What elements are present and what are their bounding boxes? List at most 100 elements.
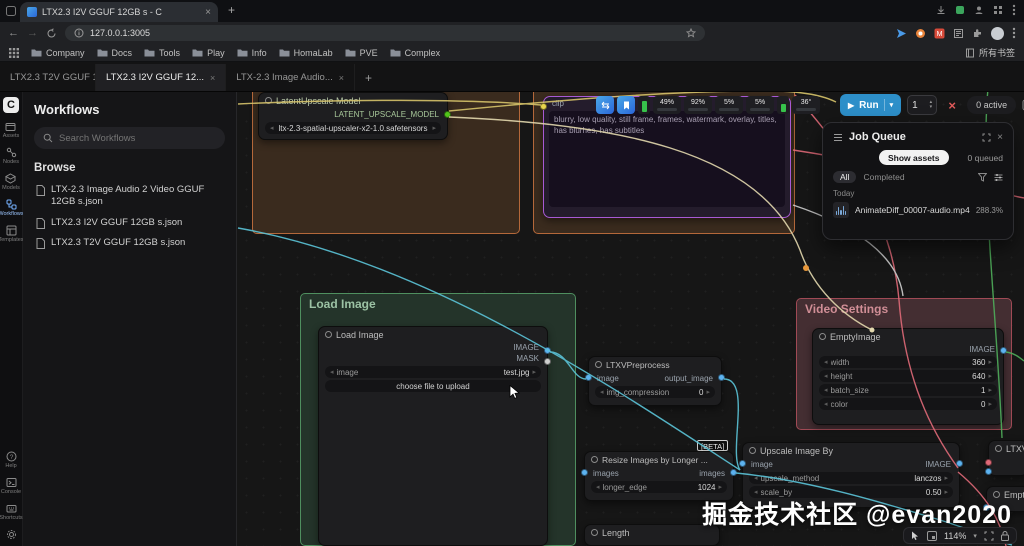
back-icon[interactable]: ← bbox=[8, 27, 19, 39]
cancel-run-button[interactable]: × bbox=[943, 96, 961, 114]
model-combo-widget[interactable]: ◂ ltx-2.3-spatial-upscaler-x2-1.0.safete… bbox=[265, 122, 441, 134]
sidebar-item-console[interactable]: Console bbox=[1, 477, 21, 495]
next-arrow-icon[interactable]: ▸ bbox=[988, 386, 992, 394]
workflow-tab-1[interactable]: LTX2.3 T2V GGUF 1... bbox=[0, 64, 96, 91]
cast-icon[interactable] bbox=[955, 5, 965, 15]
browser-tab[interactable]: LTX2.3 I2V GGUF 12GB s - C × bbox=[20, 2, 218, 22]
bookmark-item[interactable]: HomaLab bbox=[279, 48, 333, 58]
node-ltxv-partial[interactable]: LTXV bbox=[988, 440, 1024, 476]
bookmark-item[interactable]: Complex bbox=[390, 48, 441, 58]
node-load-image[interactable]: Load Image IMAGE MASK ◂ image test.jpg ▸… bbox=[318, 326, 548, 546]
extension-m-icon[interactable]: M bbox=[934, 28, 945, 39]
bookmark-item[interactable]: Docs bbox=[97, 48, 133, 58]
collapse-dot-icon[interactable] bbox=[591, 456, 598, 463]
address-bar[interactable]: 127.0.0.1:3005 bbox=[65, 25, 705, 41]
expand-icon[interactable] bbox=[982, 133, 991, 142]
sidebar-item-templates[interactable]: Templates bbox=[0, 225, 24, 243]
collapse-dot-icon[interactable] bbox=[995, 445, 1002, 452]
comfyui-logo[interactable]: C bbox=[3, 97, 19, 113]
prev-arrow-icon[interactable]: ◂ bbox=[600, 388, 604, 396]
image-output-dot[interactable] bbox=[718, 374, 725, 381]
bookmark-item[interactable]: PVE bbox=[345, 48, 378, 58]
next-arrow-icon[interactable]: ▸ bbox=[432, 124, 436, 132]
prev-arrow-icon[interactable]: ◂ bbox=[270, 124, 274, 132]
new-tab-button[interactable]: + bbox=[228, 3, 235, 17]
zoom-chevron-icon[interactable]: ▾ bbox=[973, 532, 977, 540]
prompt-text-widget[interactable]: blurry, low quality, still frame, frames… bbox=[549, 111, 785, 207]
sidebar-item-nodes[interactable]: Nodes bbox=[3, 147, 19, 165]
collapse-dot-icon[interactable] bbox=[325, 331, 332, 338]
sidebar-item-models[interactable]: Models bbox=[2, 173, 20, 191]
node-header[interactable]: LatentUpscale Model bbox=[259, 93, 447, 108]
reading-list-icon[interactable] bbox=[953, 28, 964, 39]
tab-search-icon[interactable] bbox=[6, 6, 16, 16]
node-header[interactable]: LTXV bbox=[989, 441, 1024, 456]
img-compression-widget[interactable]: ◂ img_compression 0 ▸ bbox=[595, 386, 715, 398]
zoom-level[interactable]: 114% bbox=[944, 531, 966, 541]
node-latent-upscale-model[interactable]: LatentUpscale Model LATENT_UPSCALE_MODEL… bbox=[258, 92, 448, 140]
node-resize-longer-edge[interactable]: Resize Images by Longer ... images image… bbox=[584, 451, 734, 501]
node-empty-image[interactable]: EmptyImage IMAGE ◂ width 360 ▸ ◂ height … bbox=[812, 328, 1004, 425]
images-input-dot[interactable] bbox=[581, 469, 588, 476]
image-output-dot[interactable] bbox=[544, 347, 551, 354]
kebab-menu-icon[interactable] bbox=[1012, 27, 1016, 39]
forward-icon[interactable]: → bbox=[27, 27, 38, 39]
next-arrow-icon[interactable]: ▸ bbox=[718, 483, 722, 491]
workflow-list-item[interactable]: LTX-2.3 Image Audio 2 Video GGUF 12GB s.… bbox=[34, 180, 225, 213]
tab-close-icon[interactable]: × bbox=[339, 73, 344, 83]
sidebar-item-settings[interactable] bbox=[6, 529, 17, 540]
input-dot[interactable] bbox=[985, 459, 992, 466]
sidebar-item-shortcuts[interactable]: Shortcuts bbox=[0, 503, 23, 521]
tab-completed[interactable]: Completed bbox=[856, 171, 911, 183]
next-arrow-icon[interactable]: ▸ bbox=[944, 474, 948, 482]
bookmark-item[interactable]: Info bbox=[237, 48, 267, 58]
run-button[interactable]: ▶ Run ▾ bbox=[840, 94, 901, 116]
grid-icon[interactable] bbox=[993, 5, 1003, 15]
site-info-icon[interactable] bbox=[74, 28, 84, 38]
apps-grid-icon[interactable] bbox=[9, 48, 19, 58]
next-arrow-icon[interactable]: ▸ bbox=[532, 368, 536, 376]
workflow-list-item[interactable]: LTX2.3 T2V GGUF 12GB s.json bbox=[34, 233, 225, 253]
tab-close-icon[interactable]: × bbox=[205, 7, 211, 18]
prev-arrow-icon[interactable]: ◂ bbox=[754, 474, 758, 482]
tab-close-icon[interactable]: × bbox=[210, 73, 215, 83]
workflow-search-box[interactable] bbox=[34, 127, 225, 149]
filter-funnel-icon[interactable] bbox=[978, 173, 987, 182]
longer-edge-widget[interactable]: ◂ longer_edge 1024 ▸ bbox=[591, 481, 727, 493]
images-output-dot[interactable] bbox=[730, 469, 737, 476]
prev-arrow-icon[interactable]: ◂ bbox=[596, 483, 600, 491]
extension-o-icon[interactable] bbox=[915, 28, 926, 39]
bookmark-item[interactable]: Play bbox=[192, 48, 225, 58]
prev-arrow-icon[interactable]: ◂ bbox=[824, 372, 828, 380]
node-header[interactable]: Resize Images by Longer ... bbox=[585, 452, 733, 467]
collapse-dot-icon[interactable] bbox=[595, 361, 602, 368]
prev-arrow-icon[interactable]: ◂ bbox=[824, 400, 828, 408]
collapse-dot-icon[interactable] bbox=[591, 529, 598, 536]
image-combo-widget[interactable]: ◂ image test.jpg ▸ bbox=[325, 366, 541, 378]
node-header[interactable]: Length bbox=[585, 525, 719, 540]
run-options-chevron-icon[interactable]: ▾ bbox=[890, 101, 894, 109]
collapse-dot-icon[interactable] bbox=[265, 97, 272, 104]
sidebar-item-help[interactable]: ? Help bbox=[5, 451, 16, 469]
sort-sliders-icon[interactable] bbox=[994, 173, 1003, 182]
clip-input-dot[interactable] bbox=[540, 103, 547, 110]
show-assets-button[interactable]: Show assets bbox=[879, 150, 949, 165]
prev-arrow-icon[interactable]: ◂ bbox=[824, 386, 828, 394]
color-widget[interactable]: ◂ color 0 ▸ bbox=[819, 398, 997, 410]
sidebar-item-assets[interactable]: Assets bbox=[3, 121, 20, 139]
monitor-bookmark-icon[interactable] bbox=[617, 96, 635, 114]
prev-arrow-icon[interactable]: ◂ bbox=[824, 358, 828, 366]
queue-item[interactable]: AnimateDiff_00007-audio.mp4 288.3% bbox=[833, 202, 1003, 218]
mask-output-dot[interactable] bbox=[544, 358, 551, 365]
height-widget[interactable]: ◂ height 640 ▸ bbox=[819, 370, 997, 382]
fit-view-icon[interactable] bbox=[984, 531, 994, 541]
new-workflow-tab-button[interactable]: + bbox=[355, 64, 382, 91]
reload-icon[interactable] bbox=[46, 28, 57, 39]
avatar[interactable] bbox=[991, 27, 1004, 40]
workflow-tab-3[interactable]: LTX-2.3 Image Audio... × bbox=[226, 64, 355, 91]
input-dot[interactable] bbox=[985, 468, 992, 475]
image-input-dot[interactable] bbox=[739, 460, 746, 467]
collapse-dot-icon[interactable] bbox=[819, 333, 826, 340]
profile-icon[interactable] bbox=[974, 5, 984, 15]
collapse-dot-icon[interactable] bbox=[749, 447, 756, 454]
